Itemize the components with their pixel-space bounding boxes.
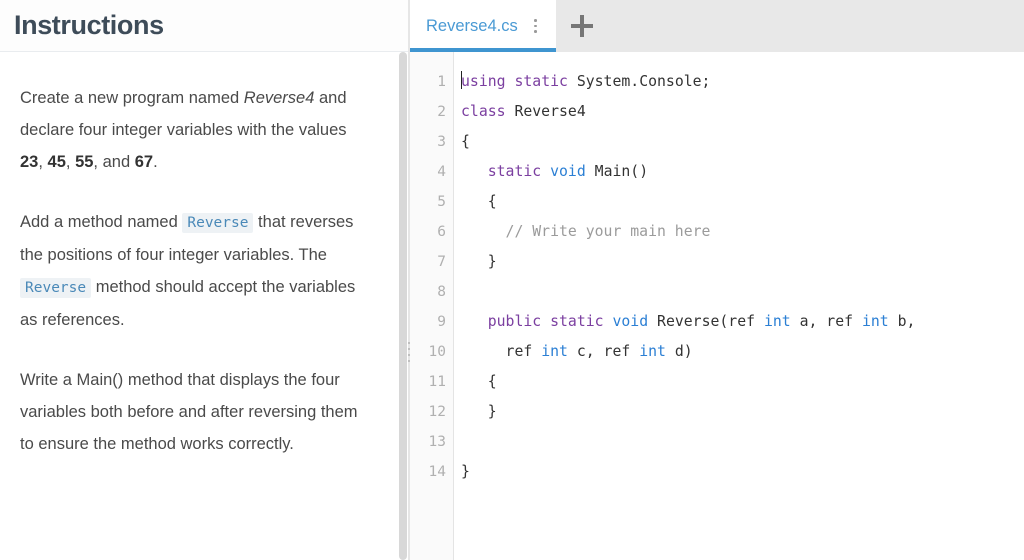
code-token: } (461, 253, 497, 270)
value-highlight: 67 (134, 153, 154, 171)
code-token: } (461, 403, 497, 420)
code-token: ref (461, 343, 542, 360)
code-token: public (487, 313, 542, 330)
editor-panel: Reverse4.cs 1 2 3 4 5 6 7 8 9 10 11 12 13 14 using st… (410, 0, 1024, 560)
value-highlight: 55 (75, 153, 94, 171)
code-token: { (461, 193, 497, 210)
editor-tab-bar: Reverse4.cs (410, 0, 1024, 52)
instruction-paragraph-3: Write a Main() method that displays the … (20, 371, 358, 453)
line-number: 2 (437, 104, 446, 120)
line-number: 9 (437, 314, 446, 330)
code-token: static (487, 163, 542, 180)
line-number: 5 (437, 194, 446, 210)
instructions-scrollbar[interactable] (398, 52, 408, 560)
code-token: c, ref (567, 343, 640, 360)
code-token: Main() (585, 163, 649, 180)
code-line[interactable] (461, 277, 1024, 307)
line-number-gutter: 1 2 3 4 5 6 7 8 9 10 11 12 13 14 (410, 52, 454, 560)
line-number: 3 (437, 134, 446, 150)
tab-label: Reverse4.cs (426, 16, 518, 35)
instructions-header: Instructions (0, 0, 408, 52)
line-number: 12 (428, 404, 446, 420)
instruction-paragraph-1: Create a new program named Reverse4 and … (20, 89, 347, 171)
code-line[interactable]: class Reverse4 (461, 97, 1024, 127)
code-token: void (612, 313, 649, 330)
code-line[interactable]: { (461, 127, 1024, 157)
code-line[interactable]: using static System.Console; (461, 67, 1024, 97)
code-token: void (550, 163, 586, 180)
code-token: Reverse(ref (648, 313, 764, 330)
code-token: d) (665, 343, 693, 360)
code-token: { (461, 133, 470, 150)
line-number: 11 (428, 374, 446, 390)
plus-icon (570, 15, 593, 37)
instructions-panel: Instructions Create a new program named … (0, 0, 408, 560)
value-highlight: 23 (20, 153, 39, 171)
code-line[interactable]: } (461, 247, 1024, 277)
code-token: Reverse4 (505, 103, 586, 120)
code-line[interactable] (461, 427, 1024, 457)
code-editor[interactable]: 1 2 3 4 5 6 7 8 9 10 11 12 13 14 using static System.… (410, 52, 1024, 560)
code-token: int (861, 313, 889, 330)
line-number: 1 (437, 74, 446, 90)
code-line[interactable]: // Write your main here (461, 217, 1024, 247)
code-token: int (541, 343, 568, 360)
app-root: Instructions Create a new program named … (0, 0, 1024, 560)
value-highlight: 45 (47, 153, 66, 171)
code-token: int (763, 313, 791, 330)
code-token: static (514, 73, 568, 90)
code-token: using (461, 73, 506, 90)
code-line[interactable]: } (461, 457, 1024, 487)
instructions-body: Create a new program named Reverse4 and … (0, 52, 408, 560)
code-token: static (550, 313, 604, 330)
code-content[interactable]: using static System.Console; class Revers… (454, 52, 1024, 560)
inline-code: Reverse (182, 213, 254, 233)
code-token: b, (888, 313, 916, 330)
code-line[interactable]: { (461, 187, 1024, 217)
code-line[interactable]: } (461, 397, 1024, 427)
code-line[interactable]: ref int c, ref int d) (461, 337, 1024, 367)
code-token: class (461, 103, 506, 120)
code-token: { (461, 373, 497, 390)
kebab-menu-icon[interactable] (528, 13, 544, 39)
code-token: int (639, 343, 666, 360)
code-token: a, ref (790, 313, 862, 330)
tab-reverse4-cs[interactable]: Reverse4.cs (410, 0, 556, 52)
line-number: 10 (428, 344, 446, 360)
code-line[interactable]: public static void Reverse(ref int a, re… (461, 307, 1024, 337)
code-line[interactable]: { (461, 367, 1024, 397)
code-token: // Write your main here (505, 223, 711, 240)
line-number: 4 (437, 164, 446, 180)
line-number: 13 (428, 434, 446, 450)
new-tab-button[interactable] (556, 0, 608, 52)
line-number: 8 (437, 284, 446, 300)
code-token: System.Console; (567, 73, 711, 90)
line-number: 7 (437, 254, 446, 270)
code-token: } (461, 463, 470, 480)
line-number: 6 (437, 224, 446, 240)
code-line[interactable]: static void Main() (461, 157, 1024, 187)
page-title: Instructions (14, 10, 164, 40)
inline-code: Reverse (20, 278, 92, 298)
line-number: 14 (428, 464, 446, 480)
instruction-paragraph-2: Add a method named Reverse that reverses… (20, 213, 356, 329)
emphasis-text: Reverse4 (243, 89, 315, 107)
instructions-scrollbar-thumb[interactable] (399, 52, 407, 560)
